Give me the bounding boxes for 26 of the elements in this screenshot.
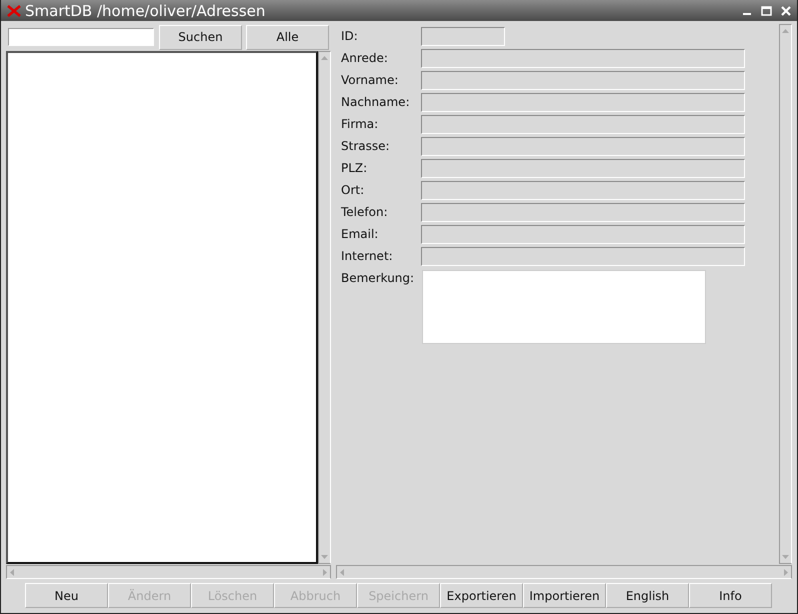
x-logo-icon bbox=[7, 4, 21, 16]
action-button[interactable]: Exportieren bbox=[440, 583, 523, 608]
action-button[interactable]: English bbox=[606, 583, 689, 608]
field-label: Nachname: bbox=[341, 94, 411, 109]
search-button[interactable]: Alle bbox=[246, 24, 329, 50]
search-field[interactable] bbox=[8, 28, 154, 46]
field-label: Anrede: bbox=[341, 50, 389, 65]
action-button[interactable]: Neu bbox=[25, 583, 108, 608]
field-label: Ort: bbox=[341, 182, 366, 197]
field-label: Strasse: bbox=[341, 138, 391, 153]
search-button[interactable]: Suchen bbox=[159, 24, 242, 50]
window-title: SmartDB /home/oliver/Adressen bbox=[25, 2, 266, 20]
field-label: Vorname: bbox=[341, 72, 400, 87]
field-label: Bemerkung: bbox=[341, 270, 416, 285]
field-label: Firma: bbox=[341, 116, 380, 131]
field-label: PLZ: bbox=[341, 160, 368, 175]
field-label: Telefon: bbox=[341, 204, 389, 219]
field-label: ID: bbox=[341, 28, 359, 43]
record-list[interactable] bbox=[6, 51, 318, 564]
field-label: Email: bbox=[341, 226, 380, 241]
action-button[interactable]: Importieren bbox=[523, 583, 606, 608]
maximize-icon[interactable] bbox=[761, 6, 772, 16]
notes-field[interactable] bbox=[422, 270, 706, 344]
action-button[interactable]: Info bbox=[689, 583, 772, 608]
close-icon[interactable] bbox=[781, 6, 791, 16]
field-label: Internet: bbox=[341, 248, 394, 263]
